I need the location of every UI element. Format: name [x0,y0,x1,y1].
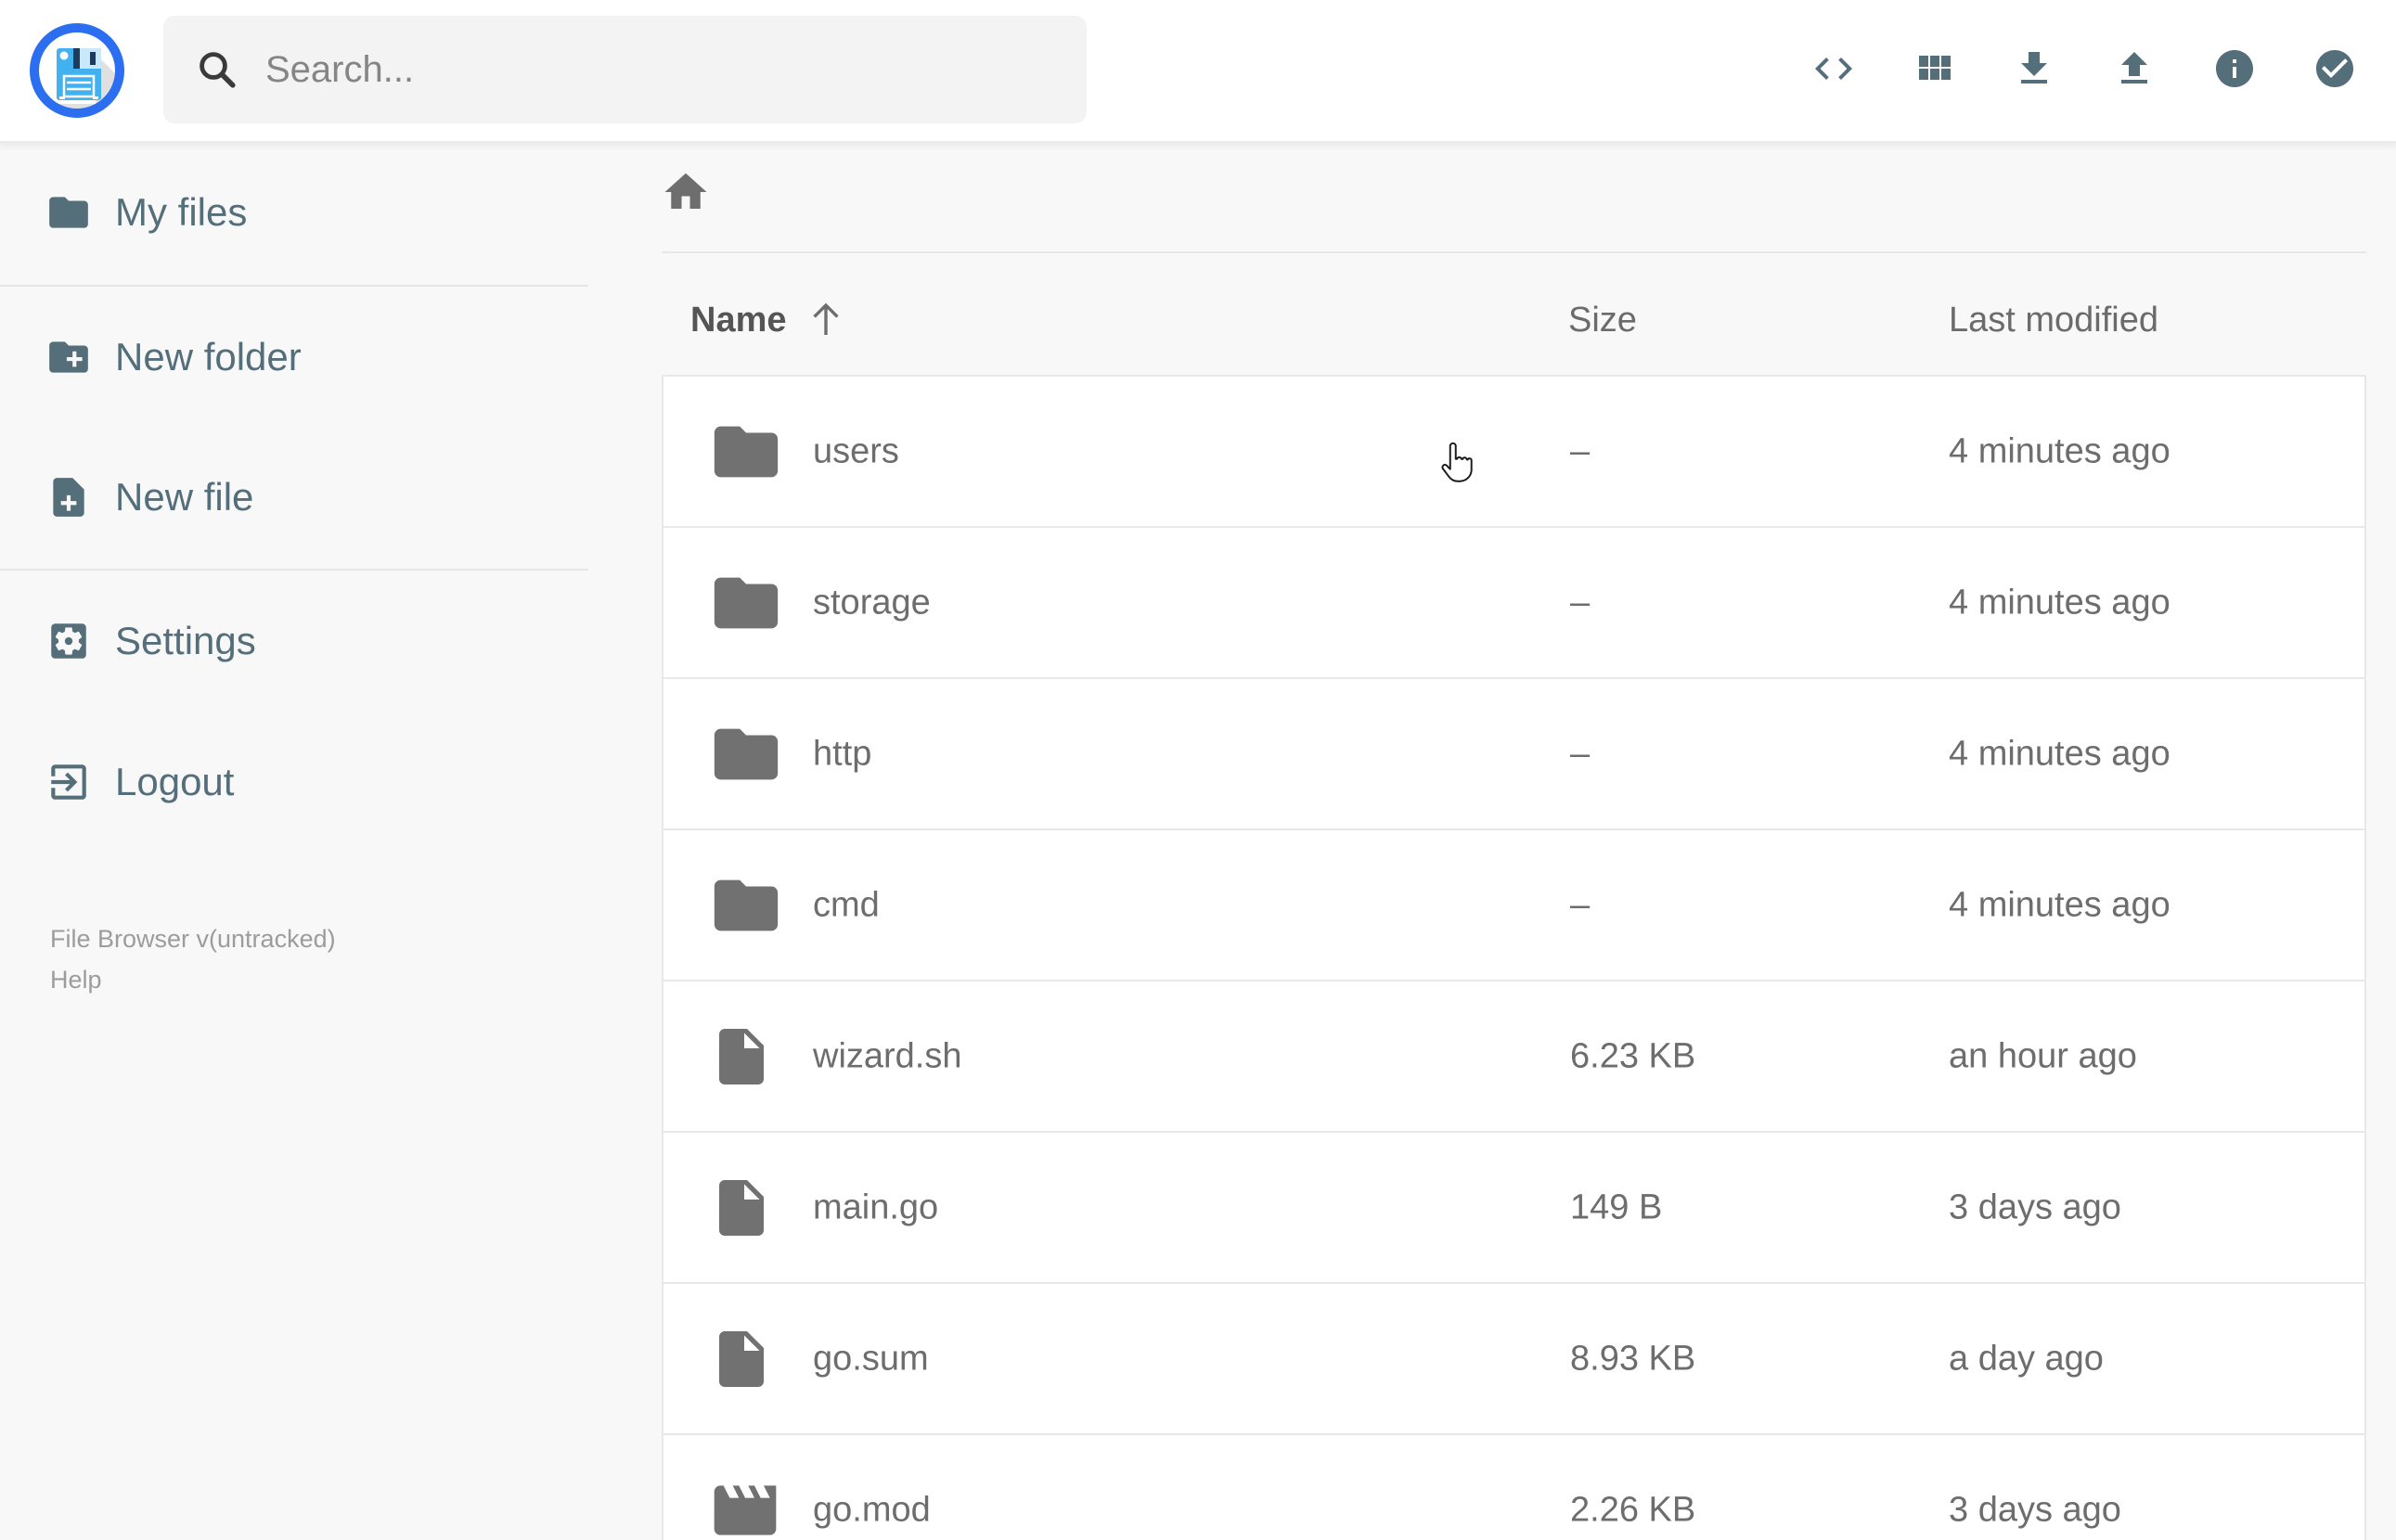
info-icon [2212,46,2257,91]
file-name: cmd [813,885,880,924]
table-row[interactable]: users – 4 minutes ago [663,377,2364,528]
breadcrumb-divider [662,251,2366,253]
upload-button[interactable] [2112,46,2157,91]
file-name: storage [813,583,931,622]
code-icon [1811,46,1856,91]
table-row[interactable]: main.go 149 B 3 days ago [663,1133,2364,1284]
table-row[interactable]: http – 4 minutes ago [663,679,2364,830]
table-row[interactable]: cmd – 4 minutes ago [663,830,2364,982]
top-bar: Search... [0,0,2396,144]
grid-view-icon [1912,46,1956,91]
file-size: 8.93 KB [1570,1339,1696,1378]
file-name: wizard.sh [813,1036,962,1075]
header-actions [1811,46,2357,91]
sidebar-item-logout[interactable]: Logout [45,758,234,806]
home-icon [661,167,711,217]
file-icon [708,1326,775,1392]
file-size: 6.23 KB [1570,1036,1696,1075]
version-link[interactable]: File Browser v(untracked) [50,918,336,959]
file-name: users [813,431,899,470]
settings-icon [45,618,92,664]
file-size: 2.26 KB [1570,1490,1696,1529]
filebrowser-logo[interactable] [29,22,125,119]
help-link[interactable]: Help [50,959,336,1000]
file-name: main.go [813,1187,939,1226]
sidebar-item-label: New folder [115,335,302,379]
search-placeholder: Search... [265,48,415,90]
download-button[interactable] [2012,46,2056,91]
check-circle-icon [2312,46,2357,91]
file-name: go.sum [813,1339,929,1378]
sidebar-divider [0,285,588,287]
file-modified: an hour ago [1949,1036,2137,1075]
sidebar-item-new-folder[interactable]: New folder [45,333,302,381]
file-name: go.mod [813,1490,931,1529]
search-icon [195,47,239,92]
file-modified: 4 minutes ago [1949,583,2171,622]
sidebar-item-label: Logout [115,760,235,803]
file-size: – [1570,885,1591,924]
sidebar-item-label: Settings [115,619,256,662]
file-name: http [813,734,872,773]
file-modified: 4 minutes ago [1949,734,2171,773]
filebrowser-app: My files New folder New file Settings Lo… [0,0,2396,1540]
sidebar-item-my-files[interactable]: My files [45,188,247,237]
file-modified: 4 minutes ago [1949,431,2171,470]
breadcrumb-home-button[interactable] [661,167,711,217]
sidebar-item-label: My files [115,190,248,234]
table-row[interactable]: wizard.sh 6.23 KB an hour ago [663,982,2364,1133]
sidebar-divider [0,569,588,571]
upload-icon [2112,46,2157,91]
folder-icon [45,189,92,236]
table-row[interactable]: storage – 4 minutes ago [663,528,2364,679]
file-modified: 3 days ago [1949,1490,2121,1529]
file-size: – [1570,431,1591,470]
file-modified: 3 days ago [1949,1187,2121,1226]
sidebar-item-new-file[interactable]: New file [45,473,253,521]
column-header-size[interactable]: Size [1568,299,1637,341]
search-input[interactable]: Search... [163,16,1087,123]
movie-icon [708,1473,782,1540]
file-modified: a day ago [1949,1339,2104,1378]
column-header-modified[interactable]: Last modified [1949,299,2158,341]
sidebar-credits: File Browser v(untracked) Help [50,918,336,1000]
column-header-name[interactable]: Name [690,299,787,341]
switch-view-button[interactable] [1912,46,1956,91]
file-listing: users – 4 minutes ago storage – 4 minute… [662,375,2366,1540]
file-size: 149 B [1570,1187,1663,1226]
download-icon [2012,46,2056,91]
table-row[interactable]: go.sum 8.93 KB a day ago [663,1284,2364,1435]
logout-icon [45,759,92,805]
sidebar-item-label: New file [115,475,254,519]
table-row[interactable]: go.mod 2.26 KB 3 days ago [663,1435,2364,1540]
info-button[interactable] [2212,46,2257,91]
shell-button[interactable] [1811,46,1856,91]
file-icon [708,1174,775,1241]
sidebar-item-settings[interactable]: Settings [45,617,256,665]
file-size: – [1570,734,1591,773]
new-file-icon [45,474,92,520]
folder-icon [708,565,784,641]
file-size: – [1570,583,1591,622]
file-modified: 4 minutes ago [1949,885,2171,924]
select-multiple-button[interactable] [2312,46,2357,91]
folder-icon [708,716,784,792]
folder-icon [708,414,784,490]
new-folder-icon [45,334,92,380]
sort-ascending-icon[interactable] [804,297,848,341]
file-icon [708,1023,775,1090]
folder-icon [708,867,784,943]
